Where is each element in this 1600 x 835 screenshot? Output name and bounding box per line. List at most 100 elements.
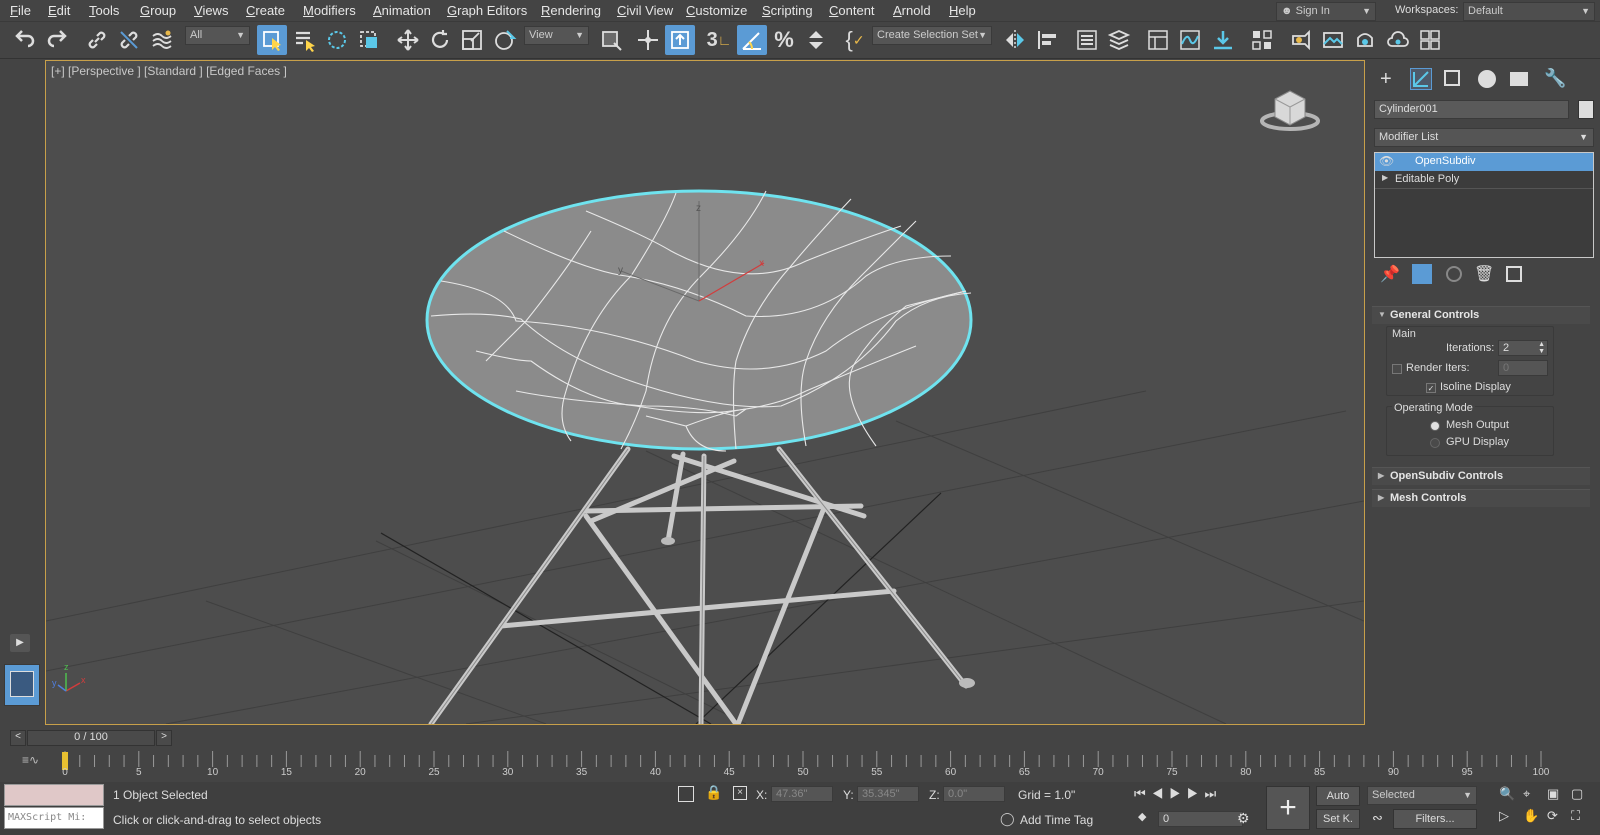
rectangular-selection-button[interactable]: [322, 25, 352, 55]
viewport-layout-button[interactable]: [4, 664, 40, 706]
next-frame-arrow[interactable]: >: [156, 730, 172, 746]
select-object-button[interactable]: [257, 25, 287, 55]
spinner-arrows-icon[interactable]: ▲ ▼: [1538, 341, 1545, 355]
zoom-extents-all-icon[interactable]: ▢: [1571, 786, 1583, 802]
menu-arnold[interactable]: Arnold: [893, 3, 931, 18]
lock-icon[interactable]: 🔒: [705, 784, 722, 801]
motion-tab-icon[interactable]: [1478, 70, 1496, 88]
snaps-toggle-button[interactable]: 3 ∟: [704, 25, 734, 55]
unlink-icon[interactable]: [114, 25, 144, 55]
gpu-display-radio[interactable]: [1430, 438, 1440, 448]
link-icon[interactable]: [82, 25, 112, 55]
zoom-extents-icon[interactable]: ▣: [1547, 786, 1559, 802]
iterations-spinner[interactable]: 2 ▲ ▼: [1498, 340, 1548, 356]
hierarchy-tab-icon[interactable]: [1444, 70, 1460, 86]
set-key-button[interactable]: Set K.: [1316, 809, 1360, 829]
angle-snap-button[interactable]: [737, 25, 767, 55]
menu-scripting[interactable]: Scripting: [762, 3, 813, 18]
sign-in-dropdown[interactable]: ☻ Sign In ▼: [1276, 2, 1376, 21]
set-key-big-button[interactable]: +: [1266, 786, 1310, 830]
object-name-field[interactable]: Cylinder001: [1374, 100, 1569, 119]
curve-editor-mini-icon[interactable]: ≡∿: [22, 753, 39, 767]
menu-help[interactable]: Help: [949, 3, 976, 18]
absolute-mode-icon[interactable]: ×: [733, 786, 747, 800]
stack-item-editable-poly[interactable]: ▶ Editable Poly: [1375, 171, 1593, 189]
menu-edit[interactable]: Edit: [48, 3, 70, 18]
zoom-all-icon[interactable]: ⌖: [1523, 786, 1530, 802]
show-end-result-icon[interactable]: [1412, 264, 1432, 284]
rotate-button[interactable]: [425, 25, 455, 55]
track-bar[interactable]: 0 5 10 15 20 25 30 35 40 45 50 55 60 65 70 75 80 85 90 95 10…: [50, 749, 1585, 779]
menu-views[interactable]: Views: [194, 3, 228, 18]
material-editor-button[interactable]: [1247, 25, 1277, 55]
configure-modifier-sets-icon[interactable]: [1506, 266, 1522, 282]
mesh-output-radio[interactable]: [1430, 421, 1440, 431]
go-to-end-icon[interactable]: ⏭: [1205, 786, 1223, 801]
menu-modifiers[interactable]: Modifiers: [303, 3, 356, 18]
expand-scene-explorer-button[interactable]: ▶: [10, 634, 30, 652]
eye-icon[interactable]: 👁: [1379, 154, 1394, 168]
align-button[interactable]: [1033, 25, 1063, 55]
menu-graph-editors[interactable]: Graph Editors: [447, 3, 527, 18]
pin-stack-icon[interactable]: 📌: [1380, 264, 1400, 284]
mesh-controls-rollout[interactable]: ▶ Mesh Controls: [1372, 489, 1590, 507]
general-controls-rollout[interactable]: ▼ General Controls: [1372, 306, 1590, 324]
maxscript-listener-output[interactable]: [4, 784, 104, 806]
orbit-icon[interactable]: ⟳: [1547, 808, 1558, 824]
select-by-name-button[interactable]: [290, 25, 320, 55]
next-frame-icon[interactable]: ▶: [1187, 786, 1205, 801]
perspective-viewport[interactable]: [+] [Perspective ] [Standard ] [Edged Fa…: [45, 60, 1365, 725]
toggle-ribbon-button[interactable]: [1143, 25, 1173, 55]
menu-rendering[interactable]: Rendering: [541, 3, 601, 18]
viewcube-icon[interactable]: [1260, 90, 1320, 131]
render-production-button[interactable]: [1350, 25, 1380, 55]
go-to-start-icon[interactable]: ⏮: [1134, 786, 1152, 801]
curve-editor-button[interactable]: [1175, 25, 1205, 55]
render-in-cloud-button[interactable]: [1383, 25, 1413, 55]
stack-item-opensubdiv[interactable]: 👁 OpenSubdiv: [1375, 153, 1593, 171]
key-mode-toggle-icon[interactable]: ◆: [1138, 810, 1146, 823]
mirror-button[interactable]: [1000, 25, 1030, 55]
menu-create[interactable]: Create: [246, 3, 285, 18]
menu-animation[interactable]: Animation: [373, 3, 431, 18]
undo-button[interactable]: [10, 25, 40, 55]
x-coord-field[interactable]: 47.36": [771, 786, 833, 802]
maximize-viewport-icon[interactable]: ⛶: [1571, 808, 1580, 824]
named-selection-dropdown[interactable]: Create Selection Set ▼: [872, 26, 992, 45]
spinner-snap-button[interactable]: [801, 25, 831, 55]
play-icon[interactable]: ▶: [1169, 786, 1187, 801]
menu-file[interactable]: File: [10, 3, 31, 18]
keyboard-shortcut-override-button[interactable]: [665, 25, 695, 55]
render-setup-button[interactable]: [1286, 25, 1316, 55]
schematic-view-button[interactable]: [1208, 25, 1238, 55]
trash-icon[interactable]: 🗑: [1474, 264, 1494, 284]
placement-button[interactable]: [490, 25, 520, 55]
selection-filter-dropdown[interactable]: All ▼: [185, 26, 250, 45]
menu-tools[interactable]: Tools: [89, 3, 119, 18]
display-tab-icon[interactable]: [1510, 72, 1528, 86]
percent-snap-button[interactable]: %: [769, 25, 799, 55]
make-unique-icon[interactable]: [1446, 266, 1462, 282]
menu-civil-view[interactable]: Civil View: [617, 3, 673, 18]
bind-space-warp-icon[interactable]: [147, 25, 177, 55]
maxscript-input[interactable]: MAXScript Mi:: [4, 807, 104, 829]
y-coord-field[interactable]: 35.345": [857, 786, 919, 802]
object-color-swatch[interactable]: [1578, 100, 1594, 119]
add-time-tag[interactable]: Add Time Tag: [1020, 813, 1093, 827]
select-manipulate-button[interactable]: [633, 25, 663, 55]
layer-explorer-button[interactable]: [1104, 25, 1134, 55]
redo-button[interactable]: [42, 25, 72, 55]
key-tangent-icon[interactable]: ∾: [1372, 810, 1383, 826]
workspace-dropdown[interactable]: Default ▼: [1463, 2, 1595, 21]
z-coord-field[interactable]: 0.0": [943, 786, 1005, 802]
menu-customize[interactable]: Customize: [686, 3, 747, 18]
utilities-tab-icon[interactable]: 🔧: [1544, 68, 1566, 89]
time-config-icon[interactable]: ⚙: [1237, 810, 1250, 827]
time-slider[interactable]: 0 / 100: [27, 730, 155, 746]
key-filter-dropdown[interactable]: Selected ▼: [1367, 786, 1477, 805]
render-iters-spinner[interactable]: 0: [1498, 360, 1548, 376]
asset-library-button[interactable]: [1415, 25, 1445, 55]
rendered-frame-window-button[interactable]: [1318, 25, 1348, 55]
pan-hand-icon[interactable]: ✋: [1523, 808, 1539, 824]
auto-key-button[interactable]: Auto: [1316, 786, 1360, 806]
